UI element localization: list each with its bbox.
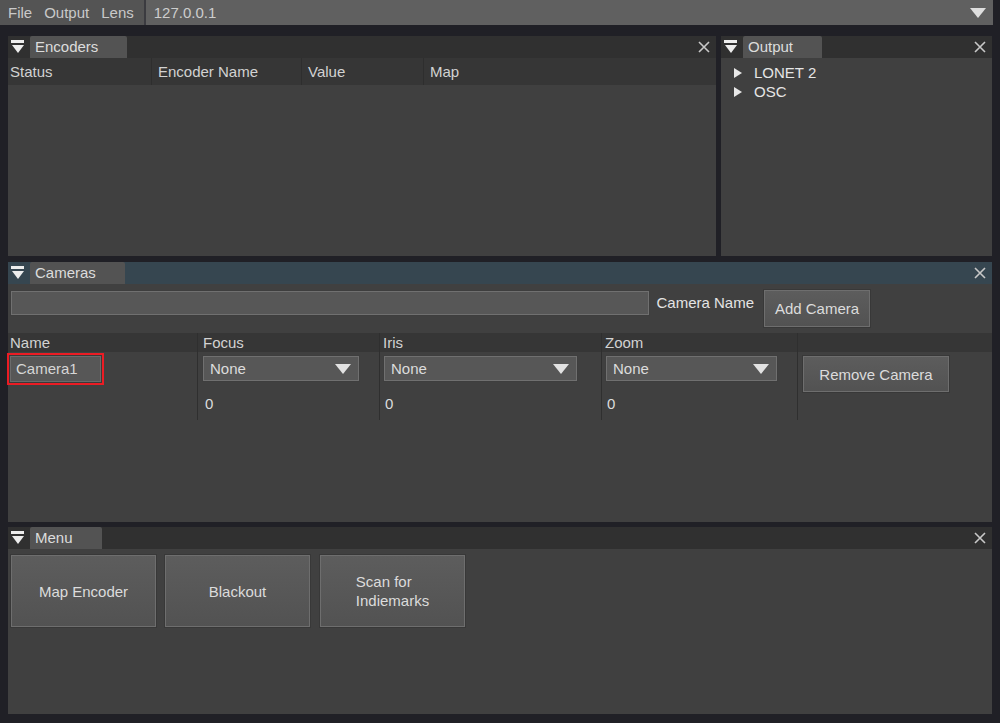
close-icon[interactable] [973, 531, 987, 545]
col-name: Name [10, 333, 50, 352]
chevron-down-icon [335, 364, 351, 374]
expand-arrow-icon[interactable] [734, 68, 742, 78]
close-icon[interactable] [973, 40, 987, 54]
map-encoder-label: Map Encoder [39, 582, 128, 601]
map-encoder-button[interactable]: Map Encoder [10, 554, 157, 628]
camera-name-input[interactable] [10, 290, 650, 316]
dock-icon[interactable] [724, 40, 737, 54]
zoom-dropdown[interactable]: None [605, 355, 778, 382]
iris-dropdown-value: None [391, 356, 427, 381]
iris-value: 0 [385, 395, 393, 413]
output-panel-header: Output [721, 36, 992, 58]
blackout-button[interactable]: Blackout [164, 554, 311, 628]
col-status: Status [10, 58, 53, 85]
output-panel: Output LONET 2 OSC [721, 36, 992, 256]
menubar-menus-group: File Output Lens [0, 0, 144, 25]
col-zoom: Zoom [605, 333, 643, 352]
scan-indiemarks-label: Scan for Indiemarks [356, 572, 429, 610]
cameras-panel: Cameras Camera Name Add Camera Name Focu… [8, 262, 992, 522]
cameras-panel-header: Cameras [8, 262, 992, 284]
column-separator [601, 333, 602, 420]
dock-icon[interactable] [11, 531, 24, 545]
col-iris: Iris [383, 333, 403, 352]
tab-encoders[interactable]: Encoders [30, 36, 127, 58]
encoders-panel: Encoders Status Encoder Name Value Map [8, 36, 716, 256]
menu-file[interactable]: File [0, 0, 38, 25]
menu-lens[interactable]: Lens [95, 0, 140, 25]
tree-item-osc[interactable]: OSC [734, 82, 787, 101]
menu-panel: Menu Map Encoder Blackout Scan for Indie… [8, 527, 992, 714]
iris-dropdown[interactable]: None [383, 355, 578, 382]
selected-cell-highlight: Camera1 [7, 353, 104, 385]
dock-icon[interactable] [11, 266, 24, 280]
col-map: Map [430, 58, 459, 85]
header-separator [151, 58, 152, 85]
col-value: Value [308, 58, 345, 85]
tree-item-label: LONET 2 [754, 64, 816, 81]
encoders-panel-header: Encoders [8, 36, 716, 58]
zoom-dropdown-value: None [613, 356, 649, 381]
tab-menu[interactable]: Menu [30, 527, 102, 549]
remove-camera-button[interactable]: Remove Camera [802, 355, 950, 393]
close-icon[interactable] [973, 266, 987, 280]
address-dropdown-arrow-icon[interactable] [970, 8, 986, 18]
column-separator [197, 333, 198, 420]
tab-cameras[interactable]: Cameras [30, 262, 125, 284]
col-encoder-name: Encoder Name [158, 58, 258, 85]
menu-panel-header: Menu [8, 527, 992, 549]
add-camera-button[interactable]: Add Camera [763, 289, 871, 328]
tab-output[interactable]: Output [743, 36, 822, 58]
dock-icon[interactable] [11, 40, 24, 54]
focus-dropdown[interactable]: None [202, 355, 360, 382]
tree-item-lonet2[interactable]: LONET 2 [734, 63, 816, 82]
close-icon[interactable] [697, 40, 711, 54]
focus-dropdown-value: None [210, 356, 246, 381]
camera-name-label: Camera Name [608, 290, 754, 316]
col-focus: Focus [203, 333, 244, 352]
header-separator [301, 58, 302, 85]
menu-output[interactable]: Output [38, 0, 95, 25]
column-separator [379, 333, 380, 420]
expand-arrow-icon[interactable] [734, 87, 742, 97]
blackout-label: Blackout [209, 582, 267, 601]
tree-item-label: OSC [754, 83, 787, 100]
header-separator [423, 58, 424, 85]
chevron-down-icon [753, 364, 769, 374]
scan-indiemarks-button[interactable]: Scan for Indiemarks [319, 554, 466, 628]
encoders-table-header: Status Encoder Name Value Map [8, 58, 716, 85]
focus-value: 0 [205, 395, 213, 413]
menu-bar: File Output Lens 127.0.0.1 [0, 0, 993, 25]
column-separator [797, 333, 798, 420]
address-combo[interactable]: 127.0.0.1 [146, 4, 217, 21]
cameras-table-header: Name Focus Iris Zoom [8, 333, 992, 352]
chevron-down-icon [553, 364, 569, 374]
camera-name-cell[interactable]: Camera1 [9, 355, 102, 383]
zoom-value: 0 [607, 395, 615, 413]
